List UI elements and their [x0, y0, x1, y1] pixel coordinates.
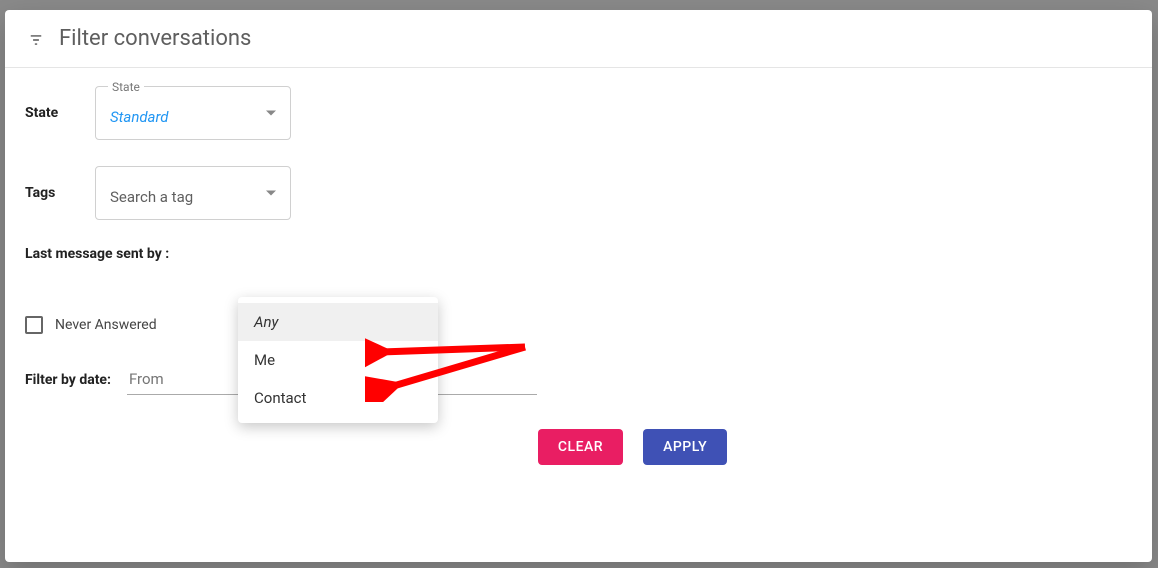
panel-header: Filter conversations — [5, 10, 1152, 68]
state-row: State State Standard — [25, 86, 1132, 140]
tags-label: Tags — [25, 185, 95, 201]
state-label: State — [25, 105, 95, 121]
date-row: Filter by date: — [25, 364, 1132, 395]
never-answered-label: Never Answered — [55, 317, 157, 333]
tags-row: Tags Search a tag — [25, 166, 1132, 220]
tags-select[interactable]: Search a tag — [95, 166, 291, 220]
last-message-dropdown: Any Me Contact — [238, 297, 438, 423]
apply-button[interactable]: APPLY — [643, 429, 727, 465]
state-floating-label: State — [108, 80, 144, 94]
state-value: Standard — [110, 108, 276, 126]
dropdown-option-contact[interactable]: Contact — [238, 379, 438, 417]
state-select[interactable]: State Standard — [95, 86, 291, 140]
date-label: Filter by date: — [25, 372, 111, 388]
never-answered-row: Never Answered — [25, 316, 1132, 334]
dropdown-option-me[interactable]: Me — [238, 341, 438, 379]
chevron-down-icon — [266, 191, 276, 196]
panel-body: State State Standard Tags Search a tag L… — [5, 68, 1152, 483]
clear-button[interactable]: CLEAR — [538, 429, 623, 465]
last-message-row: Last message sent by : — [25, 246, 1132, 262]
filter-icon — [27, 32, 45, 46]
last-message-label: Last message sent by : — [25, 246, 169, 262]
actions-row: CLEAR APPLY — [133, 429, 1132, 465]
chevron-down-icon — [266, 111, 276, 116]
never-answered-checkbox[interactable] — [25, 316, 43, 334]
tags-placeholder: Search a tag — [110, 188, 276, 206]
filter-panel: Filter conversations State State Standar… — [5, 10, 1152, 562]
panel-title: Filter conversations — [59, 26, 251, 51]
dropdown-option-any[interactable]: Any — [238, 303, 438, 341]
